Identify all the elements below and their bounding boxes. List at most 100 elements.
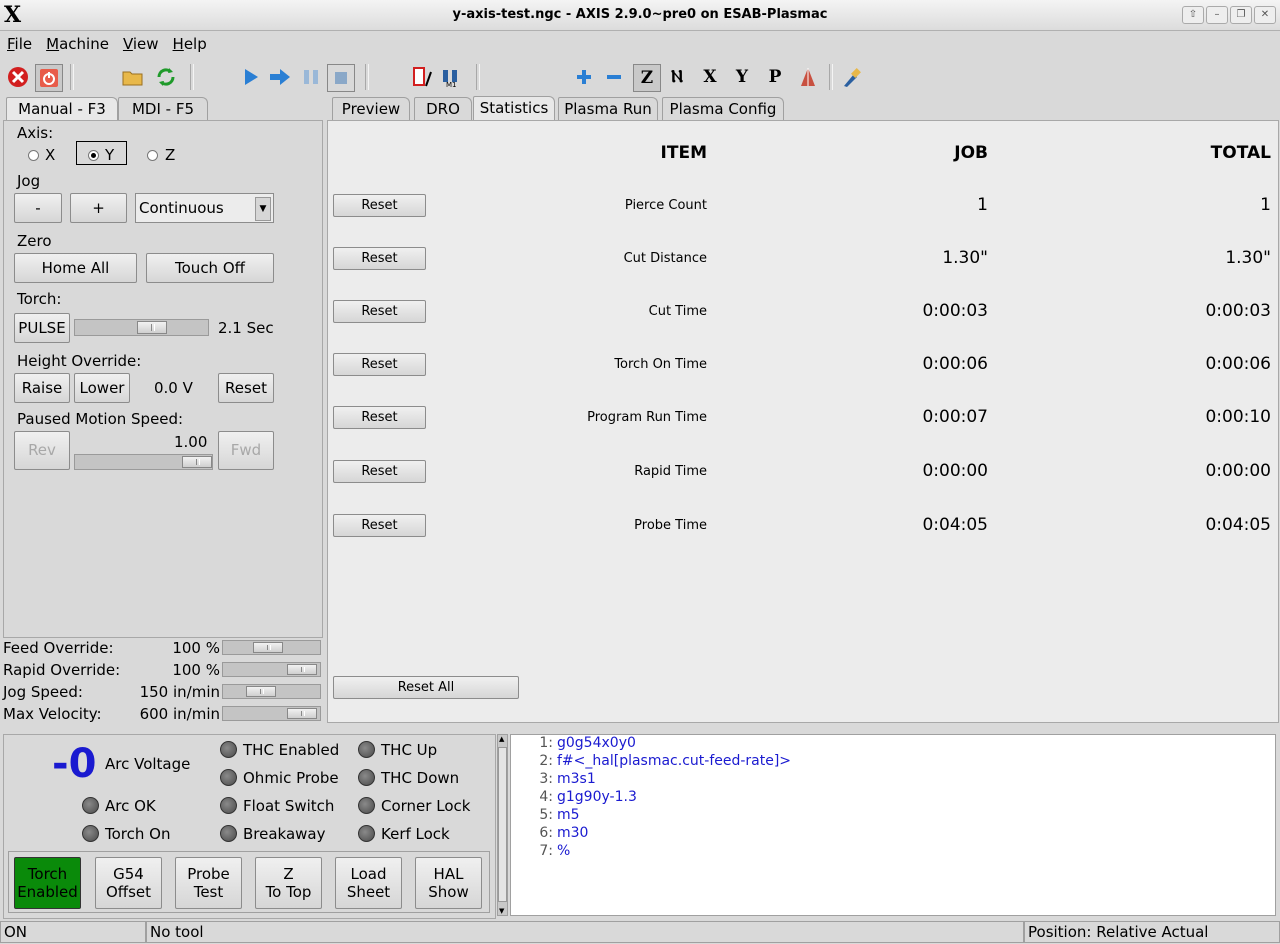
raise-button[interactable]: Raise xyxy=(14,373,70,403)
gcode-line[interactable]: 3: m3s1 xyxy=(513,771,595,787)
gcode-scrollbar[interactable]: ▲ ▼ xyxy=(497,734,508,916)
max-velocity-slider[interactable] xyxy=(222,706,321,721)
status-machine-state: ON xyxy=(0,921,146,943)
hal-show-button[interactable]: HAL Show xyxy=(415,857,482,909)
tab-preview[interactable]: Preview xyxy=(332,97,410,120)
ohmic-probe-led xyxy=(220,769,237,786)
feed-override-slider[interactable] xyxy=(222,640,321,655)
feed-override-thumb[interactable] xyxy=(253,642,283,653)
reset-all-button[interactable]: Reset All xyxy=(333,676,519,699)
fwd-button[interactable]: Fwd xyxy=(218,431,274,470)
breakaway-led xyxy=(220,825,237,842)
close-icon[interactable]: ✕ xyxy=(1254,6,1276,24)
lower-button[interactable]: Lower xyxy=(74,373,130,403)
gcode-line[interactable]: 7:% xyxy=(513,843,570,859)
tab-manual[interactable]: Manual - F3 xyxy=(6,97,118,120)
gcode-line[interactable]: 1: g0g54x0y0 xyxy=(513,735,636,751)
tab-statistics[interactable]: Statistics xyxy=(473,96,555,121)
tab-dro[interactable]: DRO xyxy=(414,97,472,120)
jog-plus-button[interactable]: + xyxy=(70,193,127,223)
open-folder-icon[interactable] xyxy=(120,64,146,90)
gcode-scrollbar-thumb[interactable] xyxy=(498,747,507,902)
step-icon[interactable] xyxy=(267,64,293,90)
feed-override-value: 100 % xyxy=(172,639,220,657)
pause-icon[interactable] xyxy=(298,64,324,90)
toolbar: M1 Z Ⲛ X Y P xyxy=(0,60,1280,94)
stop-icon[interactable] xyxy=(327,64,355,92)
stat-total-cut-time: 0:00:03 xyxy=(1205,301,1271,321)
run-icon[interactable] xyxy=(238,64,264,90)
stat-item-pierce-count: Pierce Count xyxy=(624,198,707,213)
rapid-override-slider[interactable] xyxy=(222,662,321,677)
zoom-in-icon[interactable] xyxy=(571,64,597,90)
scroll-down-icon[interactable]: ▼ xyxy=(499,907,504,915)
g54-offset-button[interactable]: G54 Offset xyxy=(95,857,162,909)
menu-help[interactable]: Help xyxy=(166,31,214,57)
optional-stop-icon[interactable]: M1 xyxy=(438,64,464,90)
axis-y-selected[interactable] xyxy=(76,141,127,165)
touch-off-button[interactable]: Touch Off xyxy=(146,253,274,283)
estop-icon[interactable] xyxy=(5,64,31,90)
zero-label: Zero xyxy=(17,232,52,250)
view-p-icon[interactable]: P xyxy=(762,64,788,90)
minimize-icon[interactable]: – xyxy=(1206,6,1228,24)
stat-job-probe-time: 0:04:05 xyxy=(922,515,988,535)
max-velocity-label: Max Velocity: xyxy=(3,705,102,723)
pulse-slider-thumb[interactable] xyxy=(137,321,167,334)
view-z2-icon[interactable]: Ⲛ xyxy=(664,64,690,90)
jog-speed-slider[interactable] xyxy=(222,684,321,699)
svg-text:M1: M1 xyxy=(446,81,457,88)
corner-lock-label: Corner Lock xyxy=(381,797,471,815)
axis-z-radio[interactable] xyxy=(147,150,158,161)
stat-job-pierce-count: 1 xyxy=(977,195,988,215)
rotate-view-icon[interactable] xyxy=(795,64,821,90)
axis-x-radio[interactable] xyxy=(28,150,39,161)
shade-icon[interactable]: ⇧ xyxy=(1182,6,1204,24)
torch-enabled-button[interactable]: Torch Enabled xyxy=(14,857,81,909)
clear-plot-icon[interactable] xyxy=(838,64,864,90)
home-all-button[interactable]: Home All xyxy=(14,253,137,283)
tab-mdi[interactable]: MDI - F5 xyxy=(118,97,208,120)
pulse-button[interactable]: PULSE xyxy=(14,313,70,343)
jog-speed-thumb[interactable] xyxy=(246,686,276,697)
ohmic-probe-label: Ohmic Probe xyxy=(243,769,339,787)
menu-file[interactable]: File xyxy=(0,31,39,57)
maximize-icon[interactable]: ❐ xyxy=(1230,6,1252,24)
breakaway-label: Breakaway xyxy=(243,825,326,843)
block-delete-icon[interactable] xyxy=(408,64,434,90)
pulse-slider[interactable] xyxy=(74,319,209,336)
paused-speed-slider[interactable] xyxy=(74,454,213,470)
power-icon[interactable] xyxy=(35,64,63,92)
rapid-override-thumb[interactable] xyxy=(287,664,317,675)
menu-bar: File Machine View Help xyxy=(0,31,1280,57)
load-sheet-button[interactable]: Load Sheet xyxy=(335,857,402,909)
chevron-down-icon[interactable]: ▼ xyxy=(255,197,271,221)
status-position: Position: Relative Actual xyxy=(1024,921,1280,943)
gcode-line[interactable]: 4: g1g90y-1.3 xyxy=(513,789,636,805)
view-z-icon[interactable]: Z xyxy=(633,64,661,92)
gcode-line[interactable]: 6: m30 xyxy=(513,825,588,841)
gcode-line[interactable]: 2: f#<_hal[plasmac.cut-feed-rate]> xyxy=(513,753,791,769)
tab-plasma-run[interactable]: Plasma Run xyxy=(558,97,658,120)
menu-machine[interactable]: Machine xyxy=(39,31,116,57)
jog-minus-button[interactable]: - xyxy=(14,193,62,223)
probe-test-button[interactable]: Probe Test xyxy=(175,857,242,909)
height-reset-button[interactable]: Reset xyxy=(218,373,274,403)
rev-button[interactable]: Rev xyxy=(14,431,70,470)
view-y-icon[interactable]: Y xyxy=(729,64,755,90)
jog-mode-select[interactable]: Continuous ▼ xyxy=(135,193,274,223)
pulse-time: 2.1 Sec xyxy=(218,319,274,337)
max-velocity-thumb[interactable] xyxy=(287,708,317,719)
tab-plasma-config[interactable]: Plasma Config xyxy=(662,97,784,120)
view-x-icon[interactable]: X xyxy=(697,64,723,90)
paused-speed-slider-thumb[interactable] xyxy=(182,456,212,468)
axis-y-radio[interactable] xyxy=(88,150,99,161)
scroll-up-icon[interactable]: ▲ xyxy=(499,735,504,743)
gcode-line[interactable]: 5: m5 xyxy=(513,807,579,823)
axis-label: Axis: xyxy=(17,124,54,142)
reload-icon[interactable] xyxy=(153,64,179,90)
z-to-top-button[interactable]: Z To Top xyxy=(255,857,322,909)
zoom-out-icon[interactable] xyxy=(601,64,627,90)
thc-down-led xyxy=(358,769,375,786)
menu-view[interactable]: View xyxy=(116,31,166,57)
